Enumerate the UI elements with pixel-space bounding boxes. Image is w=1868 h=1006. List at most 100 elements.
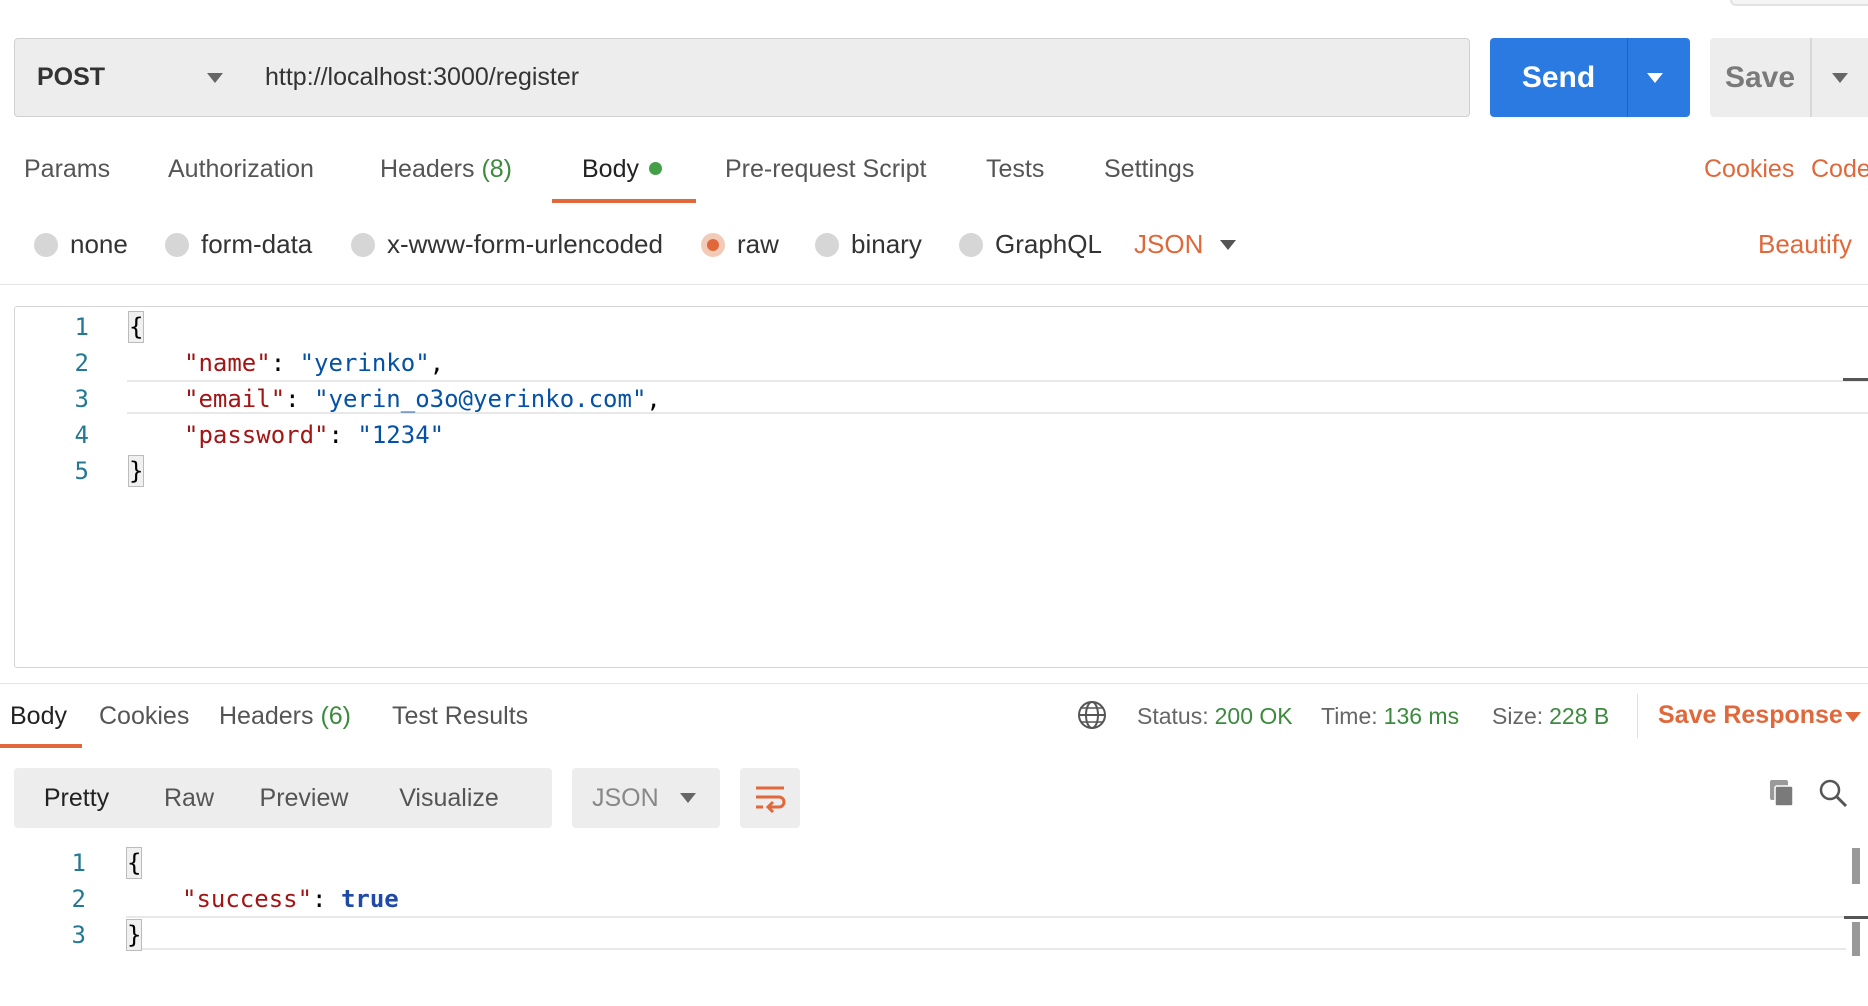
code-line-3: "email": "yerin_o3o@yerinko.com", — [184, 385, 661, 413]
cookies-link[interactable]: Cookies — [1704, 155, 1794, 184]
scrollbar-thumb[interactable] — [1852, 848, 1860, 884]
beautify-button[interactable]: Beautify — [1758, 229, 1852, 260]
response-tab-body[interactable]: Body — [10, 702, 67, 731]
line-number: 4 — [74, 421, 89, 449]
search-icon[interactable] — [1818, 778, 1848, 808]
chevron-down-icon[interactable] — [1845, 712, 1861, 722]
response-format-select[interactable]: JSON — [572, 768, 720, 828]
time-value: 136 ms — [1383, 703, 1460, 729]
response-tab-headers-label: Headers — [219, 702, 314, 730]
divider — [0, 284, 1868, 285]
time-label: Time: — [1321, 703, 1378, 729]
code-link[interactable]: Code — [1811, 155, 1868, 184]
time-readout: Time: 136 ms — [1321, 703, 1459, 730]
send-divider — [1627, 38, 1628, 117]
request-body-editor[interactable]: 1 2 3 4 5 { "name": "yerinko", "email": … — [14, 306, 1868, 668]
editor-scroll-marker — [1844, 916, 1868, 919]
body-format-select[interactable]: JSON — [1134, 229, 1203, 260]
radio-form-data-label: form-data — [201, 229, 313, 259]
tab-headers[interactable]: Headers (8) — [380, 155, 512, 184]
status-readout: Status: 200 OK — [1137, 703, 1293, 730]
radio-none-label: none — [70, 229, 128, 259]
response-tab-headers-count: (6) — [320, 702, 352, 730]
response-tab-test-results[interactable]: Test Results — [392, 702, 528, 731]
code-line-2: "name": "yerinko", — [184, 349, 445, 377]
save-button[interactable]: Save — [1710, 38, 1810, 117]
save-button-group[interactable]: Save — [1710, 38, 1868, 117]
radio-circle-icon — [165, 232, 189, 257]
active-tab-indicator — [552, 199, 696, 203]
radio-graphql-label: GraphQL — [995, 229, 1102, 259]
line-number: 3 — [71, 921, 86, 949]
line-number: 2 — [71, 885, 86, 913]
send-button-group[interactable]: Send — [1490, 38, 1690, 117]
radio-raw-label: raw — [737, 229, 779, 259]
tab-authorization[interactable]: Authorization — [168, 155, 314, 184]
code-line-4: "password": "1234" — [184, 421, 445, 449]
response-code-line-3: } — [126, 919, 143, 951]
response-view-mode-group: Pretty Raw Preview Visualize — [14, 768, 552, 828]
view-pretty-button[interactable]: Pretty — [14, 768, 139, 828]
scrollbar-thumb[interactable] — [1852, 922, 1860, 956]
top-edge-control — [1730, 0, 1868, 6]
response-code-line-1: { — [126, 847, 143, 879]
status-label: Status: — [1137, 703, 1209, 729]
radio-circle-icon — [351, 232, 375, 257]
save-response-button[interactable]: Save Response — [1658, 701, 1843, 730]
send-button[interactable]: Send — [1490, 38, 1627, 117]
url-input[interactable]: http://localhost:3000/register — [245, 38, 1470, 117]
line-number: 3 — [74, 385, 89, 413]
wrap-lines-button[interactable] — [740, 768, 800, 828]
tab-tests[interactable]: Tests — [986, 155, 1044, 184]
radio-urlencoded[interactable]: x-www-form-urlencoded — [351, 229, 663, 260]
globe-icon[interactable] — [1077, 700, 1107, 730]
tab-body[interactable]: Body — [582, 155, 662, 184]
radio-binary-label: binary — [851, 229, 922, 259]
response-body-viewer[interactable]: 1 2 3 { "success": true } — [0, 845, 1868, 1006]
code-line-5: } — [128, 455, 145, 487]
copy-icon[interactable] — [1766, 778, 1796, 808]
tab-headers-count: (8) — [481, 155, 513, 183]
save-options-chevron-icon[interactable] — [1832, 73, 1848, 83]
line-number: 2 — [74, 349, 89, 377]
view-raw-button[interactable]: Raw — [139, 768, 239, 828]
size-label: Size: — [1492, 703, 1544, 729]
radio-circle-icon — [815, 232, 839, 257]
radio-selected-icon — [701, 232, 725, 257]
radio-binary[interactable]: binary — [815, 229, 922, 260]
send-options-chevron-icon[interactable] — [1647, 73, 1663, 83]
tab-settings[interactable]: Settings — [1104, 155, 1194, 184]
chevron-down-icon — [680, 793, 696, 803]
radio-circle-icon — [34, 232, 58, 257]
radio-none[interactable]: none — [34, 229, 128, 260]
tab-prerequest-script[interactable]: Pre-request Script — [725, 155, 926, 184]
response-tab-cookies[interactable]: Cookies — [99, 702, 189, 731]
view-visualize-button[interactable]: Visualize — [369, 768, 529, 828]
view-preview-button[interactable]: Preview — [239, 768, 369, 828]
line-number: 1 — [74, 313, 89, 341]
tab-body-label: Body — [582, 155, 639, 183]
line-number: 5 — [74, 457, 89, 485]
response-format-label: JSON — [592, 783, 659, 812]
chevron-down-icon — [207, 73, 223, 83]
active-tab-indicator — [0, 744, 82, 748]
line-number: 1 — [71, 849, 86, 877]
code-line-1: { — [128, 311, 145, 343]
divider — [0, 683, 1868, 684]
response-tab-headers[interactable]: Headers (6) — [219, 702, 351, 731]
size-readout: Size: 228 B — [1492, 703, 1609, 730]
editor-scroll-marker — [1843, 378, 1868, 381]
radio-form-data[interactable]: form-data — [165, 229, 312, 260]
save-divider — [1810, 38, 1812, 117]
current-line-highlight — [126, 916, 1846, 950]
tab-params[interactable]: Params — [24, 155, 110, 184]
method-label: POST — [37, 63, 106, 91]
method-select[interactable]: POST — [14, 38, 246, 117]
radio-raw[interactable]: raw — [701, 229, 779, 260]
url-text: http://localhost:3000/register — [265, 63, 580, 91]
status-value: 200 OK — [1214, 703, 1293, 729]
radio-graphql[interactable]: GraphQL — [959, 229, 1102, 260]
tab-headers-label: Headers — [380, 155, 475, 183]
radio-circle-icon — [959, 232, 983, 257]
chevron-down-icon[interactable] — [1220, 240, 1236, 250]
